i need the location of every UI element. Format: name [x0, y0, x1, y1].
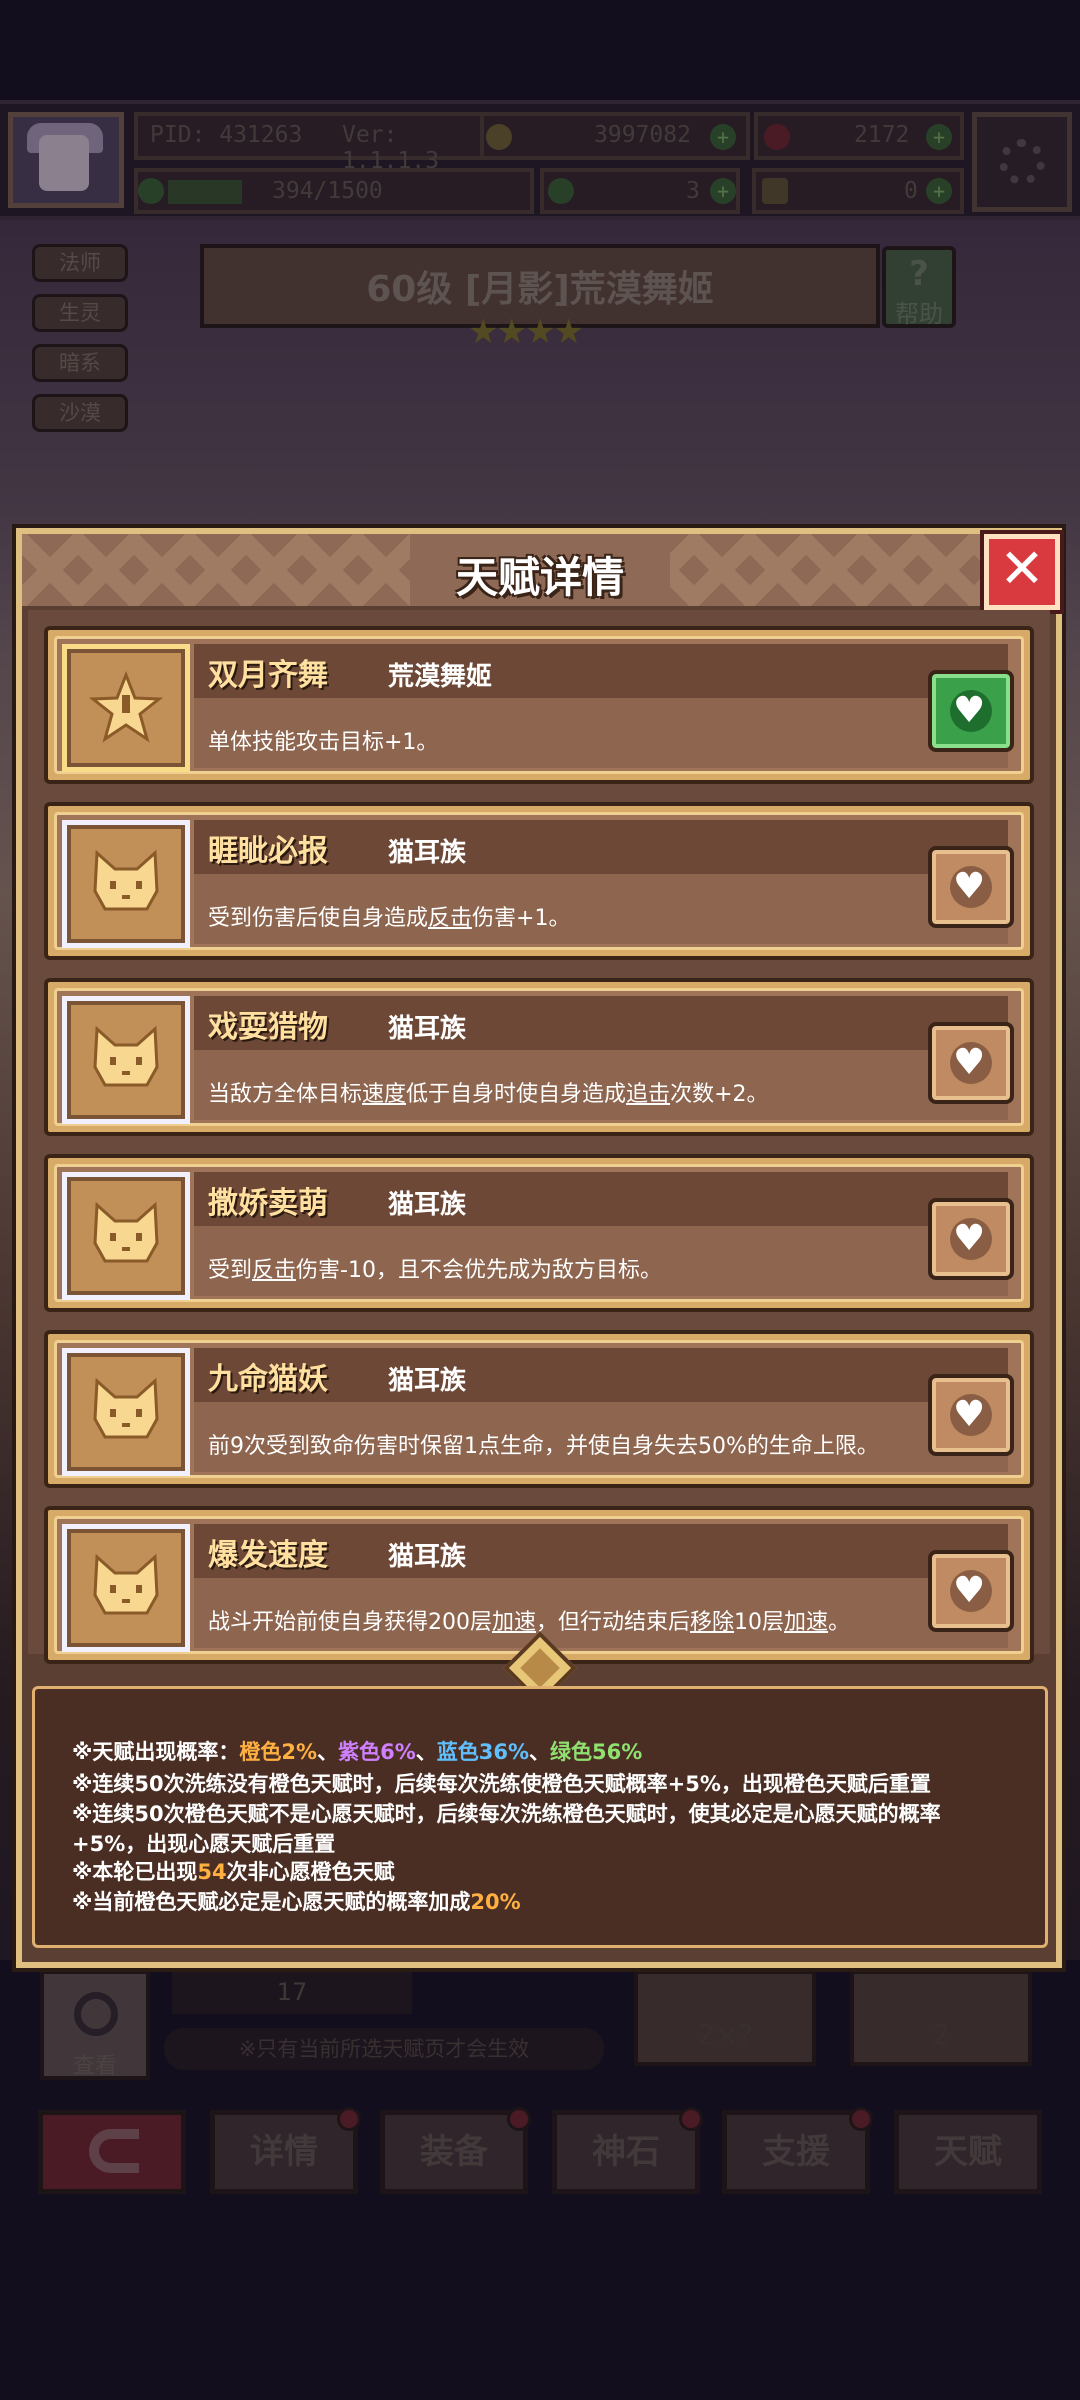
- talent-row[interactable]: 九命猫妖 猫耳族前9次受到致命伤害时保留1点生命，并使自身失去50%的生命上限。 ♥: [44, 1330, 1034, 1488]
- talent-row[interactable]: 撒娇卖萌 猫耳族受到反击伤害-10，且不会优先成为敌方目标。 ♥: [44, 1154, 1034, 1312]
- talent-race: 猫耳族: [388, 838, 467, 868]
- heart-icon: ♥: [953, 1394, 986, 1435]
- talent-description: 受到反击伤害-10，且不会优先成为敌方目标。: [208, 1258, 662, 1283]
- info-line-round-count: ※本轮已出现54次非心愿橙色天赋: [72, 1860, 395, 1884]
- keyword-link[interactable]: 速度: [362, 1082, 406, 1107]
- keyword-link[interactable]: 反击: [428, 906, 472, 931]
- talent-name: 撒娇卖萌: [208, 1186, 328, 1221]
- heart-icon: ♥: [953, 1218, 986, 1259]
- talent-name: 双月齐舞: [208, 658, 328, 693]
- talent-description: 单体技能攻击目标+1。: [208, 730, 439, 755]
- wish-toggle[interactable]: ♥: [928, 1550, 1014, 1632]
- talent-name: 睚眦必报: [208, 834, 328, 869]
- star-icon: [62, 644, 190, 772]
- keyword-link[interactable]: 加速: [784, 1610, 828, 1635]
- cat-icon: [62, 996, 190, 1124]
- close-icon: ✕: [999, 537, 1045, 600]
- talent-description: 前9次受到致命伤害时保留1点生命，并使自身失去50%的生命上限。: [208, 1434, 879, 1459]
- talent-race: 荒漠舞姬: [388, 662, 493, 692]
- keyword-link[interactable]: 移除: [690, 1610, 734, 1635]
- talent-description: 战斗开始前使自身获得200层加速，但行动结束后移除10层加速。: [208, 1610, 851, 1635]
- heart-icon: ♥: [953, 1042, 986, 1083]
- heart-icon: ♥: [953, 690, 986, 731]
- keyword-link[interactable]: 追击: [626, 1082, 670, 1107]
- talent-name: 爆发速度: [208, 1538, 328, 1573]
- talent-name: 九命猫妖: [208, 1362, 328, 1397]
- wish-toggle[interactable]: ♥: [928, 1022, 1014, 1104]
- cat-icon: [62, 1172, 190, 1300]
- info-line-wish-pity-cont: +5%，出现心愿天赋后重置: [72, 1832, 336, 1856]
- heart-icon: ♥: [953, 866, 986, 907]
- talent-race: 猫耳族: [388, 1190, 467, 1220]
- modal-title: 天赋详情: [455, 553, 624, 602]
- talent-row[interactable]: 睚眦必报 猫耳族受到伤害后使自身造成反击伤害+1。 ♥: [44, 802, 1034, 960]
- talent-row[interactable]: 双月齐舞 荒漠舞姬单体技能攻击目标+1。 ♥: [44, 626, 1034, 784]
- info-line-wish-bonus: ※当前橙色天赋必定是心愿天赋的概率加成20%: [72, 1890, 521, 1914]
- talent-name: 戏耍猎物: [208, 1010, 328, 1045]
- wish-toggle[interactable]: ♥: [928, 1374, 1014, 1456]
- talent-race: 猫耳族: [388, 1014, 467, 1044]
- talent-description: 受到伤害后使自身造成反击伤害+1。: [208, 906, 571, 931]
- cat-icon: [62, 1348, 190, 1476]
- info-line-wish-pity: ※连续50次橙色天赋不是心愿天赋时，后续每次洗练橙色天赋时，使其必定是心愿天赋的…: [72, 1802, 941, 1826]
- cat-icon: [62, 1524, 190, 1652]
- heart-icon: ♥: [953, 1570, 986, 1611]
- talent-description: 当敌方全体目标速度低于自身时使自身造成追击次数+2。: [208, 1082, 769, 1107]
- close-button[interactable]: ✕: [984, 534, 1060, 610]
- talent-race: 猫耳族: [388, 1366, 467, 1396]
- info-line-pity: ※连续50次洗练没有橙色天赋时，后续每次洗练使橙色天赋概率+5%，出现橙色天赋后…: [72, 1772, 931, 1796]
- keyword-link[interactable]: 反击: [252, 1258, 296, 1283]
- wish-toggle-active[interactable]: ♥: [928, 670, 1014, 752]
- wish-toggle[interactable]: ♥: [928, 1198, 1014, 1280]
- keyword-link[interactable]: 加速: [492, 1610, 536, 1635]
- cat-icon: [62, 820, 190, 948]
- talent-race: 猫耳族: [388, 1542, 467, 1572]
- wish-toggle[interactable]: ♥: [928, 846, 1014, 928]
- talent-row[interactable]: 戏耍猎物 猫耳族当敌方全体目标速度低于自身时使自身造成追击次数+2。 ♥: [44, 978, 1034, 1136]
- info-line-rates: ※天赋出现概率：橙色2%、紫色6%、蓝色36%、绿色56%: [72, 1740, 643, 1764]
